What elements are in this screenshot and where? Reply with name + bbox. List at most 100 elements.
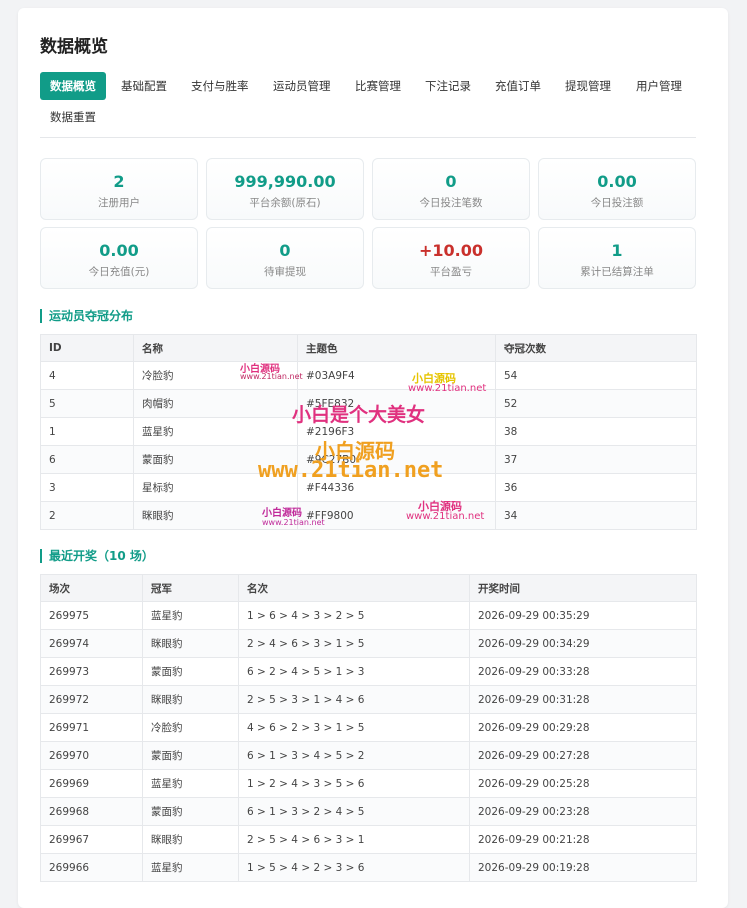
table-row: 269970 蒙面豹 6 > 1 > 3 > 4 > 5 > 2 2026-09… [40,741,697,770]
cell-color: #2196F3 [297,417,496,446]
cell-ranking: 2 > 4 > 6 > 3 > 1 > 5 [238,629,470,658]
column-header: ID [40,334,134,362]
cell-ranking: 6 > 1 > 3 > 4 > 5 > 2 [238,741,470,770]
cell-id: 2 [40,501,134,530]
stat-value: 0 [279,241,291,260]
cell-round: 269966 [40,853,143,882]
cell-draw-time: 2026-09-29 00:33:28 [469,657,697,686]
stat-label: 注册用户 [98,197,140,209]
table-row: 269973 蒙面豹 6 > 2 > 4 > 5 > 1 > 3 2026-09… [40,657,697,686]
table-row: 3 星标豹 #F44336 36 [40,473,697,502]
table-row: 269966 蓝星豹 1 > 5 > 4 > 2 > 3 > 6 2026-09… [40,853,697,882]
column-header: 场次 [40,574,143,602]
column-header: 开奖时间 [469,574,697,602]
tab-divider [40,137,696,138]
stat-value: 999,990.00 [234,172,336,191]
cell-id: 5 [40,389,134,418]
table-row: 269967 眯眼豹 2 > 5 > 4 > 6 > 3 > 1 2026-09… [40,825,697,854]
cell-champion: 蒙面豹 [142,657,239,686]
cell-wins: 54 [495,361,697,390]
cell-draw-time: 2026-09-29 00:31:28 [469,685,697,714]
stat-card-registered-users: 2 注册用户 [40,158,198,220]
cell-wins: 36 [495,473,697,502]
cell-name: 冷脸豹 [133,361,298,390]
cell-draw-time: 2026-09-29 00:19:28 [469,853,697,882]
champion-table: ID 名称 主题色 夺冠次数 4 冷脸豹 #03A9F4 54 5 肉帽豹 #5… [40,334,697,530]
tab-payment-winrate[interactable]: 支付与胜率 [181,72,259,100]
dashboard-panel: 数据概览 数据概览 基础配置 支付与胜率 运动员管理 比赛管理 下注记录 充值订… [18,8,728,908]
section-title-recent-draws: 最近开奖（10 场） [40,549,154,563]
stat-value: +10.00 [418,241,483,260]
cell-round: 269972 [40,685,143,714]
cell-wins: 34 [495,501,697,530]
tab-bet-records[interactable]: 下注记录 [415,72,481,100]
stat-card-today-bet-count: 0 今日投注笔数 [372,158,530,220]
table-row: 269971 冷脸豹 4 > 6 > 2 > 3 > 1 > 5 2026-09… [40,713,697,742]
cell-color: #FF9800 [297,501,496,530]
cell-draw-time: 2026-09-29 00:29:28 [469,713,697,742]
tab-match-management[interactable]: 比赛管理 [345,72,411,100]
cell-draw-time: 2026-09-29 00:25:28 [469,769,697,798]
table-row: 269972 眯眼豹 2 > 5 > 3 > 1 > 4 > 6 2026-09… [40,685,697,714]
cell-name: 蒙面豹 [133,445,298,474]
cell-round: 269969 [40,769,143,798]
cell-ranking: 1 > 5 > 4 > 2 > 3 > 6 [238,853,470,882]
table-header-row: ID 名称 主题色 夺冠次数 [40,334,697,362]
cell-ranking: 1 > 6 > 4 > 3 > 2 > 5 [238,601,470,630]
cell-id: 6 [40,445,134,474]
cell-color: #03A9F4 [297,361,496,390]
cell-id: 4 [40,361,134,390]
page-title: 数据概览 [40,37,108,57]
cell-wins: 37 [495,445,697,474]
tab-data-reset[interactable]: 数据重置 [40,103,106,131]
stat-label: 今日投注笔数 [419,197,483,209]
tab-user-management[interactable]: 用户管理 [626,72,692,100]
cell-round: 269970 [40,741,143,770]
stat-label: 今日充值(元) [88,266,150,278]
cell-draw-time: 2026-09-29 00:21:28 [469,825,697,854]
cell-ranking: 1 > 2 > 4 > 3 > 5 > 6 [238,769,470,798]
tab-athlete-management[interactable]: 运动员管理 [263,72,341,100]
table-header-row: 场次 冠军 名次 开奖时间 [40,574,697,602]
stat-label: 今日投注额 [590,197,644,209]
cell-round: 269971 [40,713,143,742]
section-title-champion-distribution: 运动员夺冠分布 [40,309,133,323]
cell-champion: 冷脸豹 [142,713,239,742]
tab-recharge-orders[interactable]: 充值订单 [485,72,551,100]
stat-label: 平台盈亏 [430,266,472,278]
cell-round: 269973 [40,657,143,686]
column-header: 名次 [238,574,470,602]
cell-name: 肉帽豹 [133,389,298,418]
cell-champion: 蒙面豹 [142,797,239,826]
stat-label: 累计已结算注单 [580,266,654,278]
stat-value: 1 [611,241,623,260]
cell-champion: 蓝星豹 [142,769,239,798]
cell-ranking: 6 > 2 > 4 > 5 > 1 > 3 [238,657,470,686]
cell-name: 星标豹 [133,473,298,502]
table-row: 6 蒙面豹 #9C27B0 37 [40,445,697,474]
column-header: 夺冠次数 [495,334,697,362]
cell-color: #F44336 [297,473,496,502]
cell-name: 蓝星豹 [133,417,298,446]
stat-label: 平台余额(原石) [249,197,321,209]
stat-label: 待审提现 [264,266,306,278]
tab-overview[interactable]: 数据概览 [40,72,106,100]
cell-id: 1 [40,417,134,446]
column-header: 主题色 [297,334,496,362]
stat-value: 0.00 [99,241,139,260]
cell-wins: 38 [495,417,697,446]
tab-basic-config[interactable]: 基础配置 [111,72,177,100]
tab-withdraw-management[interactable]: 提现管理 [555,72,621,100]
recent-draws-table: 场次 冠军 名次 开奖时间 269975 蓝星豹 1 > 6 > 4 > 3 >… [40,574,697,882]
cell-draw-time: 2026-09-29 00:35:29 [469,601,697,630]
cell-id: 3 [40,473,134,502]
cell-draw-time: 2026-09-29 00:27:28 [469,741,697,770]
table-row: 4 冷脸豹 #03A9F4 54 [40,361,697,390]
cell-ranking: 2 > 5 > 4 > 6 > 3 > 1 [238,825,470,854]
cell-ranking: 2 > 5 > 3 > 1 > 4 > 6 [238,685,470,714]
stat-card-platform-balance: 999,990.00 平台余额(原石) [206,158,364,220]
cell-champion: 蓝星豹 [142,601,239,630]
cell-wins: 52 [495,389,697,418]
cell-round: 269967 [40,825,143,854]
stat-value: 0 [445,172,457,191]
